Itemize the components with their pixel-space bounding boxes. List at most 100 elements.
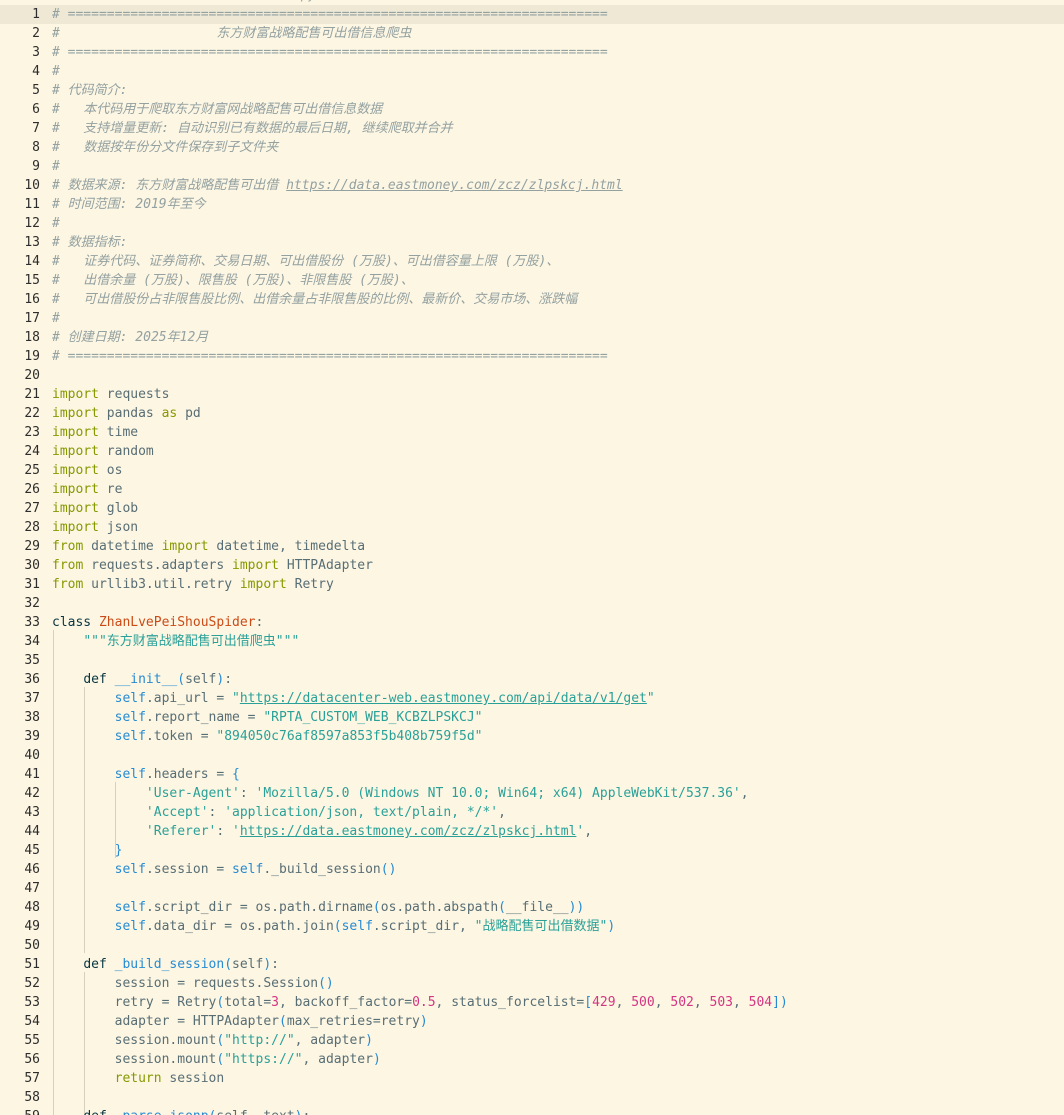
code-line[interactable]: 11 # 时间范围: 2019年至今	[0, 195, 1064, 214]
line-number: 26	[24, 482, 40, 497]
code-line[interactable]: 47	[0, 879, 1064, 898]
code-line[interactable]: 40	[0, 746, 1064, 765]
code-token[interactable]: https://data.eastmoney.com/zcz/zlpskcj.h…	[240, 824, 577, 839]
code-line[interactable]: 59 def _parse_jsonp(self, text):	[0, 1107, 1064, 1115]
code-line[interactable]: 53 retry = Retry(total=3, backoff_factor…	[0, 993, 1064, 1012]
code-line[interactable]: 51 def _build_session(self):	[0, 955, 1064, 974]
code-line[interactable]: 15 # 出借余量 (万股)、限售股 (万股)、非限售股 (万股)、	[0, 271, 1064, 290]
code-token: Retry	[286, 577, 334, 592]
code-token: )	[263, 957, 272, 972]
code-text: import os	[52, 461, 122, 480]
code-line[interactable]: 48 self.script_dir = os.path.dirname(os.…	[0, 898, 1064, 917]
code-token: os.path.abspath	[380, 900, 499, 915]
code-token: ,	[693, 995, 710, 1010]
code-line[interactable]: 41 self.headers = {	[0, 765, 1064, 784]
code-token: .script_dir = os.path.dirname	[145, 900, 373, 915]
code-token: requests	[98, 387, 170, 402]
code-line[interactable]: 50	[0, 936, 1064, 955]
code-text: self.api_url = "https://datacenter-web.e…	[52, 689, 655, 708]
code-line[interactable]: 55 session.mount("http://", adapter)	[0, 1031, 1064, 1050]
code-text: import requests	[52, 385, 169, 404]
line-number: 8	[32, 140, 40, 155]
code-line[interactable]: 2 # 东方财富战略配售可出借信息爬虫	[0, 24, 1064, 43]
line-number: 9	[32, 159, 40, 174]
code-line[interactable]: 4 #	[0, 62, 1064, 81]
code-line[interactable]: 13 # 数据指标:	[0, 233, 1064, 252]
code-line[interactable]: 37 self.api_url = "https://datacenter-we…	[0, 689, 1064, 708]
code-line[interactable]: 38 self.report_name = "RPTA_CUSTOM_WEB_K…	[0, 708, 1064, 727]
code-line[interactable]: 49 self.data_dir = os.path.join(self.scr…	[0, 917, 1064, 936]
code-line[interactable]: 36 def __init__(self):	[0, 670, 1064, 689]
code-token: # 本代码用于爬取东方财富网战略配售可出借信息数据	[52, 102, 383, 117]
code-line[interactable]: 12 #	[0, 214, 1064, 233]
line-number: 27	[24, 501, 40, 516]
code-token: requests.adapters	[83, 558, 233, 573]
code-token: .session =	[145, 862, 233, 877]
code-token[interactable]: https://data.eastmoney.com/zcz/zlpskcj.h…	[286, 178, 623, 193]
code-line[interactable]: 45 }	[0, 841, 1064, 860]
code-line[interactable]: 30 from requests.adapters import HTTPAdap…	[0, 556, 1064, 575]
code-token: import	[239, 577, 287, 592]
code-line[interactable]: 27 import glob	[0, 499, 1064, 518]
code-text: from datetime import datetime, timedelta	[52, 537, 365, 556]
code-token[interactable]: https://datacenter-web.eastmoney.com/api…	[240, 691, 647, 706]
code-line[interactable]: 52 session = requests.Session()	[0, 974, 1064, 993]
code-line[interactable]: 25 import os	[0, 461, 1064, 480]
code-line[interactable]: 5 # 代码简介:	[0, 81, 1064, 100]
code-line[interactable]: 22 import pandas as pd	[0, 404, 1064, 423]
code-token: self	[114, 900, 146, 915]
code-text: retry = Retry(total=3, backoff_factor=0.…	[52, 993, 788, 1012]
code-text: import pandas as pd	[52, 404, 201, 423]
code-line[interactable]: 18 # 创建日期: 2025年12月	[0, 328, 1064, 347]
code-line[interactable]: 44 'Referer': 'https://data.eastmoney.co…	[0, 822, 1064, 841]
code-token: # 数据按年份分文件保存到子文件夹	[52, 140, 279, 155]
code-line[interactable]: 34 """东方财富战略配售可出借爬虫"""	[0, 632, 1064, 651]
code-line[interactable]: 32	[0, 594, 1064, 613]
code-line[interactable]: 3 # =====================================…	[0, 43, 1064, 62]
code-text: #	[52, 214, 60, 233]
code-line[interactable]: 54 adapter = HTTPAdapter(max_retries=ret…	[0, 1012, 1064, 1031]
code-line[interactable]: 8 # 数据按年份分文件保存到子文件夹	[0, 138, 1064, 157]
code-line[interactable]: 56 session.mount("https://", adapter)	[0, 1050, 1064, 1069]
code-token: from	[52, 558, 84, 573]
code-token: datetime, timedelta	[208, 539, 366, 554]
code-line[interactable]: 20	[0, 366, 1064, 385]
code-token: import	[232, 558, 279, 573]
code-line[interactable]: 46 self.session = self._build_session()	[0, 860, 1064, 879]
code-line[interactable]: 14 # 证券代码、证券简称、交易日期、可出借股份 (万股)、可出借容量上限 (万…	[0, 252, 1064, 271]
code-line[interactable]: 43 'Accept': 'application/json, text/pla…	[0, 803, 1064, 822]
code-line[interactable]: 24 import random	[0, 442, 1064, 461]
code-line[interactable]: 1 # =====================================…	[0, 5, 1064, 24]
code-text: #	[52, 309, 60, 328]
code-line[interactable]: 19 # ====================================…	[0, 347, 1064, 366]
code-line[interactable]: 16 # 可出借股份占非限售股比例、出借余量占非限售股的比例、最新价、交易市场、涨…	[0, 290, 1064, 309]
code-line[interactable]: 58	[0, 1088, 1064, 1107]
code-line[interactable]: 31 from urllib3.util.retry import Retry	[0, 575, 1064, 594]
code-line[interactable]: 9 #	[0, 157, 1064, 176]
code-line[interactable]: 7 # 支持增量更新: 自动识别已有数据的最后日期, 继续爬取并合并	[0, 119, 1064, 138]
code-line[interactable]: 23 import time	[0, 423, 1064, 442]
code-token: _build_session	[114, 957, 225, 972]
code-line[interactable]: 17 #	[0, 309, 1064, 328]
code-line[interactable]: 33 class ZhanLvePeiShouSpider:	[0, 613, 1064, 632]
code-line[interactable]: 57 return session	[0, 1069, 1064, 1088]
code-editor[interactable]: py 1 # ==================================…	[0, 0, 1064, 1115]
code-token: 0.5	[412, 995, 436, 1010]
code-line[interactable]: 21 import requests	[0, 385, 1064, 404]
line-number: 13	[24, 235, 40, 250]
code-token: 503	[709, 995, 733, 1010]
code-line[interactable]: 29 from datetime import datetime, timedel…	[0, 537, 1064, 556]
code-line[interactable]: 26 import re	[0, 480, 1064, 499]
code-line[interactable]: 28 import json	[0, 518, 1064, 537]
code-line[interactable]: 6 # 本代码用于爬取东方财富网战略配售可出借信息数据	[0, 100, 1064, 119]
code-line[interactable]: 10 # 数据来源: 东方财富战略配售可出借 https://data.eastm…	[0, 176, 1064, 195]
code-line[interactable]: 39 self.token = "894050c76af8597a853f5b4…	[0, 727, 1064, 746]
code-line[interactable]: 42 'User-Agent': 'Mozilla/5.0 (Windows N…	[0, 784, 1064, 803]
code-token: 'application/json, text/plain, */*'	[224, 805, 499, 820]
line-number: 52	[24, 976, 40, 991]
line-number: 30	[24, 558, 40, 573]
code-token: # ======================================…	[52, 45, 608, 60]
code-line[interactable]: 35	[0, 651, 1064, 670]
code-token: as	[161, 406, 178, 421]
